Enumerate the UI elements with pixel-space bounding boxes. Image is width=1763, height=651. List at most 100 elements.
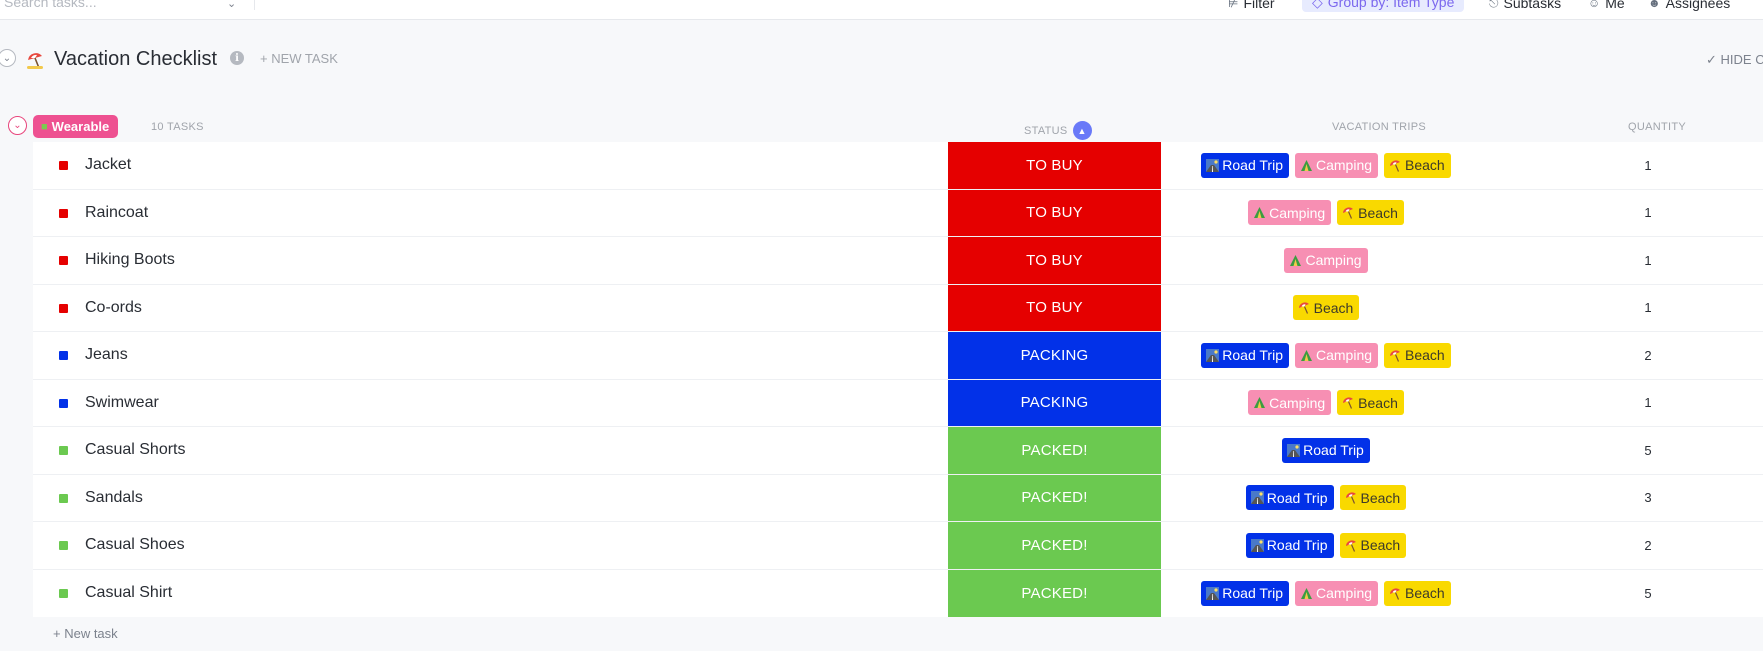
status-square-icon[interactable]	[59, 493, 68, 503]
status-square-icon[interactable]	[59, 398, 68, 408]
group-by-button[interactable]: ◇ Group by: Item Type	[1302, 0, 1465, 12]
task-name[interactable]: Sandals	[85, 489, 143, 507]
trip-tag-camping[interactable]: Camping	[1294, 580, 1379, 606]
trip-tag-beach[interactable]: Beach	[1339, 532, 1407, 558]
status-square-icon[interactable]	[59, 303, 68, 313]
table-row[interactable]: Jacket TO BUY Road Trip Camping Beach 1	[33, 142, 1763, 190]
task-name[interactable]: Co-ords	[85, 299, 142, 317]
search-input[interactable]	[4, 0, 224, 10]
add-task-button[interactable]: + New task	[53, 626, 118, 641]
subtasks-button[interactable]: ⎋ Subtasks	[1489, 0, 1561, 12]
sort-ascending-icon[interactable]: ▲	[1072, 121, 1092, 140]
status-badge[interactable]: TO BUY	[948, 189, 1161, 236]
trip-tag-beach[interactable]: Beach	[1384, 342, 1451, 368]
column-header-quantity[interactable]: QUANTITY	[1628, 121, 1686, 133]
trip-tag-beach[interactable]: Beach	[1384, 152, 1451, 178]
me-button[interactable]: ☺ Me	[1588, 0, 1625, 12]
status-badge[interactable]: PACKING	[948, 332, 1161, 379]
trip-tag-road-trip[interactable]: Road Trip	[1201, 580, 1289, 606]
status-square-icon[interactable]	[59, 541, 68, 550]
vacation-trips-cell[interactable]: Camping	[1161, 237, 1491, 284]
hide-closed-button[interactable]: ✓ HIDE C	[1706, 52, 1763, 68]
vacation-trips-cell[interactable]: Road Trip Beach	[1161, 522, 1491, 569]
table-row[interactable]: Casual Shirt PACKED! Road Trip Camping Beach…	[33, 569, 1763, 618]
trip-tag-road-trip[interactable]: Road Trip	[1245, 532, 1334, 558]
status-badge[interactable]: PACKED!	[948, 474, 1161, 521]
task-name[interactable]: Casual Shorts	[85, 441, 186, 459]
quantity-cell[interactable]: 2	[1633, 332, 1663, 379]
status-badge[interactable]: PACKED!	[948, 427, 1161, 474]
trip-tag-beach[interactable]: Beach	[1337, 390, 1404, 416]
quantity-cell[interactable]: 1	[1633, 190, 1663, 237]
vacation-trips-cell[interactable]: Camping Beach	[1161, 380, 1491, 427]
new-task-button[interactable]: + NEW TASK	[260, 51, 338, 66]
vacation-trips-cell[interactable]: Road Trip Camping Beach	[1161, 332, 1491, 379]
task-name[interactable]: Casual Shirt	[85, 584, 172, 602]
status-badge[interactable]: TO BUY	[948, 142, 1161, 189]
info-icon[interactable]: i	[230, 51, 244, 65]
filter-button[interactable]: ⊭ Filter	[1228, 0, 1275, 12]
task-name[interactable]: Casual Shoes	[85, 536, 185, 554]
assignees-button[interactable]: ☻ Assignees	[1648, 0, 1730, 12]
chevron-down-icon[interactable]: ⌄	[227, 0, 236, 10]
quantity-cell[interactable]: 1	[1633, 142, 1663, 189]
trip-tag-camping[interactable]: Camping	[1248, 200, 1332, 226]
column-header-vacation-trips[interactable]: VACATION TRIPS	[1332, 121, 1426, 133]
column-header-status[interactable]: STATUS ▲	[1024, 121, 1092, 140]
table-row[interactable]: Co-ords TO BUY Beach 1	[33, 284, 1763, 332]
quantity-cell[interactable]: 1	[1633, 285, 1663, 332]
trip-tag-road-trip[interactable]: Road Trip	[1201, 342, 1289, 368]
list-collapse-button[interactable]: ⌄	[0, 49, 16, 67]
trip-tag-road-trip[interactable]: Road Trip	[1282, 437, 1370, 463]
trip-tag-camping[interactable]: Camping	[1294, 152, 1379, 178]
table-row[interactable]: Swimwear PACKING Camping Beach 1	[33, 379, 1763, 427]
vacation-trips-cell[interactable]: Camping Beach	[1161, 190, 1491, 237]
trip-tag-camping[interactable]: Camping	[1248, 390, 1332, 416]
status-badge[interactable]: PACKED!	[948, 522, 1161, 569]
status-square-icon[interactable]	[59, 161, 68, 170]
vacation-trips-cell[interactable]: Road Trip Beach	[1161, 475, 1491, 522]
trip-tag-beach[interactable]: Beach	[1337, 200, 1404, 226]
status-square-icon[interactable]	[59, 208, 68, 218]
status-square-icon[interactable]	[59, 446, 68, 455]
table-row[interactable]: Casual Shoes PACKED! Road Trip Beach 2	[33, 522, 1763, 570]
status-square-icon[interactable]	[59, 588, 68, 598]
trip-tag-road-trip[interactable]: Road Trip	[1245, 485, 1334, 511]
vacation-trips-cell[interactable]: Road Trip Camping Beach	[1161, 142, 1491, 189]
trip-tag-beach[interactable]: Beach	[1339, 485, 1407, 511]
group-badge[interactable]: ■ Wearable	[33, 115, 119, 138]
trip-tag-beach[interactable]: Beach	[1292, 295, 1360, 321]
group-collapse-button[interactable]: ⌄	[8, 116, 27, 135]
task-name[interactable]: Swimwear	[85, 394, 159, 412]
task-name[interactable]: Hiking Boots	[85, 251, 175, 269]
table-row[interactable]: Casual Shorts PACKED! Road Trip 5	[33, 427, 1763, 475]
trip-tag-camping[interactable]: Camping	[1294, 342, 1379, 368]
task-name[interactable]: Raincoat	[85, 204, 148, 222]
status-badge[interactable]: TO BUY	[948, 284, 1161, 331]
table-row[interactable]: Hiking Boots TO BUY Camping 1	[33, 237, 1763, 285]
vacation-trips-cell[interactable]: Road Trip Camping Beach	[1161, 570, 1491, 618]
table-row[interactable]: Raincoat TO BUY Camping Beach 1	[33, 189, 1763, 237]
status-square-icon[interactable]	[59, 256, 68, 265]
table-row[interactable]: Sandals PACKED! Road Trip Beach 3	[33, 474, 1763, 522]
status-badge[interactable]: TO BUY	[948, 237, 1161, 284]
vacation-trips-cell[interactable]: Beach	[1161, 285, 1491, 332]
quantity-cell[interactable]: 1	[1633, 237, 1663, 284]
quantity-cell[interactable]: 1	[1633, 380, 1663, 427]
quantity-cell[interactable]: 5	[1633, 570, 1663, 618]
trip-tag-label: Road Trip	[1266, 489, 1328, 506]
trip-tag-camping[interactable]: Camping	[1284, 247, 1368, 273]
table-row[interactable]: Jeans PACKING Road Trip Camping Beach 2	[33, 332, 1763, 380]
status-square-icon[interactable]	[59, 351, 68, 360]
quantity-cell[interactable]: 5	[1633, 427, 1663, 474]
quantity-cell[interactable]: 3	[1633, 475, 1663, 522]
status-badge[interactable]: PACKED!	[948, 569, 1161, 617]
vacation-trips-cell[interactable]: Road Trip	[1161, 427, 1491, 474]
assignees-label: Assignees	[1665, 0, 1731, 11]
quantity-cell[interactable]: 2	[1633, 522, 1663, 569]
task-name[interactable]: Jeans	[85, 346, 128, 364]
trip-tag-road-trip[interactable]: Road Trip	[1201, 152, 1289, 178]
status-badge[interactable]: PACKING	[948, 379, 1161, 426]
task-name[interactable]: Jacket	[85, 156, 131, 174]
trip-tag-beach[interactable]: Beach	[1384, 580, 1451, 606]
